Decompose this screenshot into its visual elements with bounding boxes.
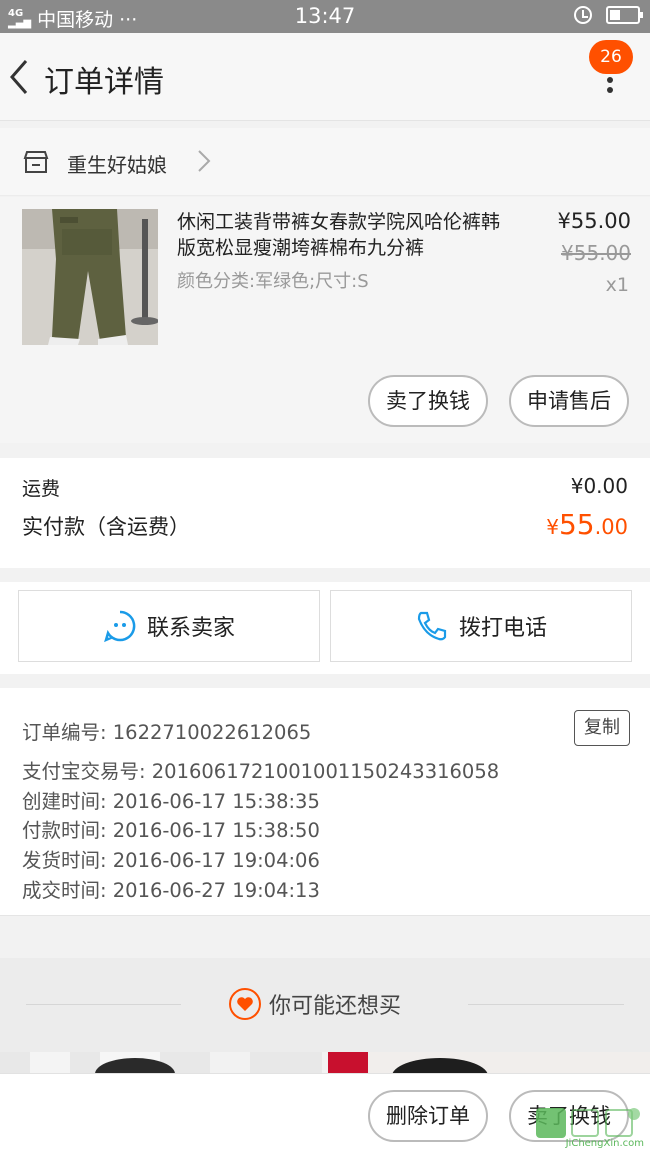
contact-actions: 联系卖家 拨打电话 (0, 582, 650, 674)
phone-icon (417, 611, 447, 641)
page-title: 订单详情 (44, 65, 164, 100)
paid-amount: ¥55.00 (546, 508, 628, 541)
shop-name[interactable]: 重生好姑娘 (67, 149, 167, 178)
paid-label: 实付款（含运费） (22, 515, 190, 539)
clock: 13:47 (294, 4, 356, 28)
watermark-text: JiChengXin.com (565, 1138, 644, 1149)
product-price: ¥55.00 (557, 209, 631, 233)
product-title[interactable]: 休闲工装背带裤女春款学院风哈伦裤韩版宽松显瘦潮垮裤棉布九分裤 (177, 209, 507, 261)
alipay-trade-number: 支付宝交易号: 2016061721001001150243316058 (22, 760, 500, 783)
chevron-left-icon (10, 60, 28, 94)
recommend-images[interactable] (0, 1052, 650, 1074)
paid-time: 付款时间: 2016-06-17 15:38:50 (22, 819, 320, 842)
shipping-value: ¥0.00 (570, 474, 628, 498)
created-time: 创建时间: 2016-06-17 15:38:35 (22, 790, 320, 813)
contact-seller-button[interactable]: 联系卖家 (18, 590, 320, 662)
order-totals: 运费 ¥0.00 实付款（含运费） ¥55.00 (0, 458, 650, 568)
heart-icon (229, 988, 261, 1020)
nav-bar: 订单详情 (0, 33, 650, 121)
call-phone-label: 拨打电话 (458, 616, 547, 641)
product-thumbnail[interactable] (22, 209, 158, 345)
store-icon (23, 151, 49, 173)
battery-icon (606, 6, 643, 24)
order-number: 订单编号: 1622710022612065 (22, 721, 312, 744)
divider (468, 1004, 624, 1005)
status-bar: 4G ▂▄▆ 中国移动 ··· 13:47 (0, 0, 650, 33)
completed-time: 成交时间: 2016-06-27 19:04:13 (22, 879, 320, 902)
recommend-title: 你可能还想买 (269, 994, 402, 1019)
delete-order-button[interactable]: 删除订单 (368, 1090, 488, 1142)
recommend-header: 你可能还想买 (0, 958, 650, 1052)
contact-seller-label: 联系卖家 (146, 616, 235, 641)
shop-row[interactable]: 重生好姑娘 (0, 128, 650, 196)
product-quantity: x1 (605, 274, 629, 296)
order-item: 休闲工装背带裤女春款学院风哈伦裤韩版宽松显瘦潮垮裤棉布九分裤 颜色分类:军绿色;… (0, 197, 650, 443)
chevron-right-icon (198, 150, 211, 172)
shipped-time: 发货时间: 2016-06-17 19:04:06 (22, 849, 320, 872)
shipping-label: 运费 (22, 478, 61, 500)
order-info: 订单编号: 1622710022612065 复制 支付宝交易号: 201606… (0, 688, 650, 916)
back-button[interactable] (8, 57, 38, 97)
after-sale-button[interactable]: 申请售后 (509, 375, 629, 427)
alarm-icon (574, 6, 592, 24)
copy-button[interactable]: 复制 (574, 710, 630, 746)
message-badge[interactable]: 26 (589, 40, 633, 74)
divider (26, 1004, 181, 1005)
chat-icon (104, 610, 136, 643)
product-original-price: ¥55.00 (561, 241, 631, 265)
sell-for-cash-button[interactable]: 卖了换钱 (368, 375, 488, 427)
call-phone-button[interactable]: 拨打电话 (330, 590, 632, 662)
product-sku: 颜色分类:军绿色;尺寸:S (177, 271, 369, 292)
